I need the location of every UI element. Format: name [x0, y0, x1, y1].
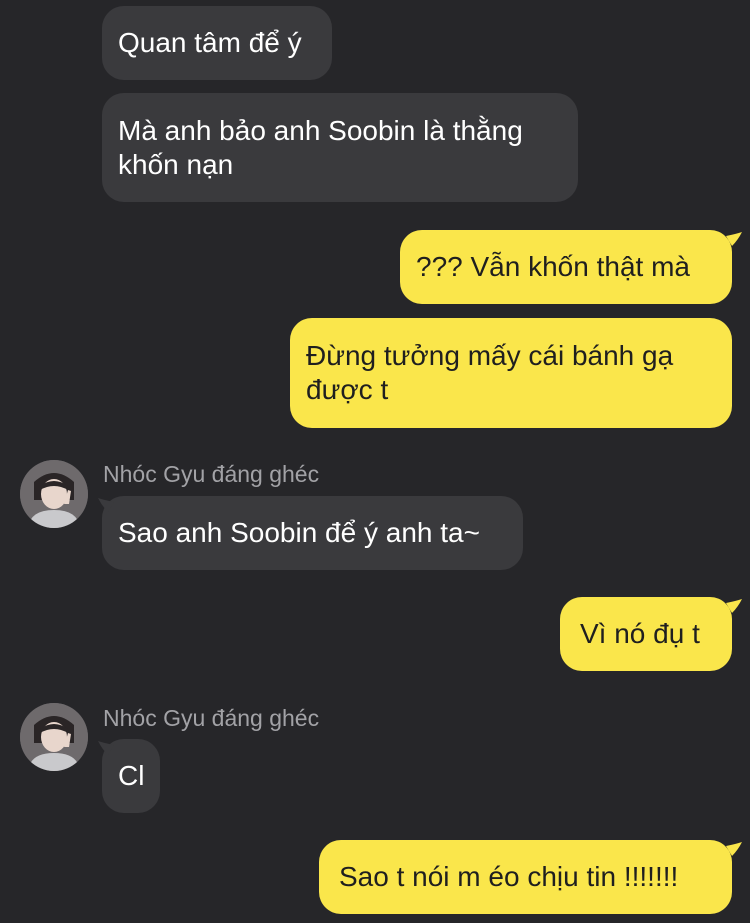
user-avatar[interactable] [20, 703, 88, 771]
bubble-tail [98, 741, 114, 755]
bubble-tail [726, 599, 742, 613]
sender-name: Nhóc Gyu đáng ghéc [103, 461, 320, 487]
person-photo-icon [20, 460, 88, 528]
message-bubble-incoming[interactable]: Quan tâm để ý [102, 6, 332, 80]
bubble-tail [726, 842, 742, 856]
message-bubble-outgoing[interactable]: ??? Vẫn khốn thật mà [400, 230, 732, 304]
user-avatar[interactable] [20, 460, 88, 528]
person-photo-icon [20, 703, 88, 771]
bubble-tail [98, 498, 114, 512]
message-bubble-outgoing[interactable]: Vì nó đụ t [560, 597, 732, 671]
bubble-tail [726, 232, 742, 246]
message-bubble-incoming[interactable]: Sao anh Soobin để ý anh ta~ [102, 496, 523, 570]
message-bubble-incoming[interactable]: Mà anh bảo anh Soobin là thằng khốn nạn [102, 93, 578, 202]
sender-name: Nhóc Gyu đáng ghéc [103, 705, 320, 731]
message-bubble-outgoing[interactable]: Đừng tưởng mấy cái bánh gạ được t [290, 318, 732, 428]
message-bubble-outgoing[interactable]: Sao t nói m éo chịu tin !!!!!!! [319, 840, 732, 914]
